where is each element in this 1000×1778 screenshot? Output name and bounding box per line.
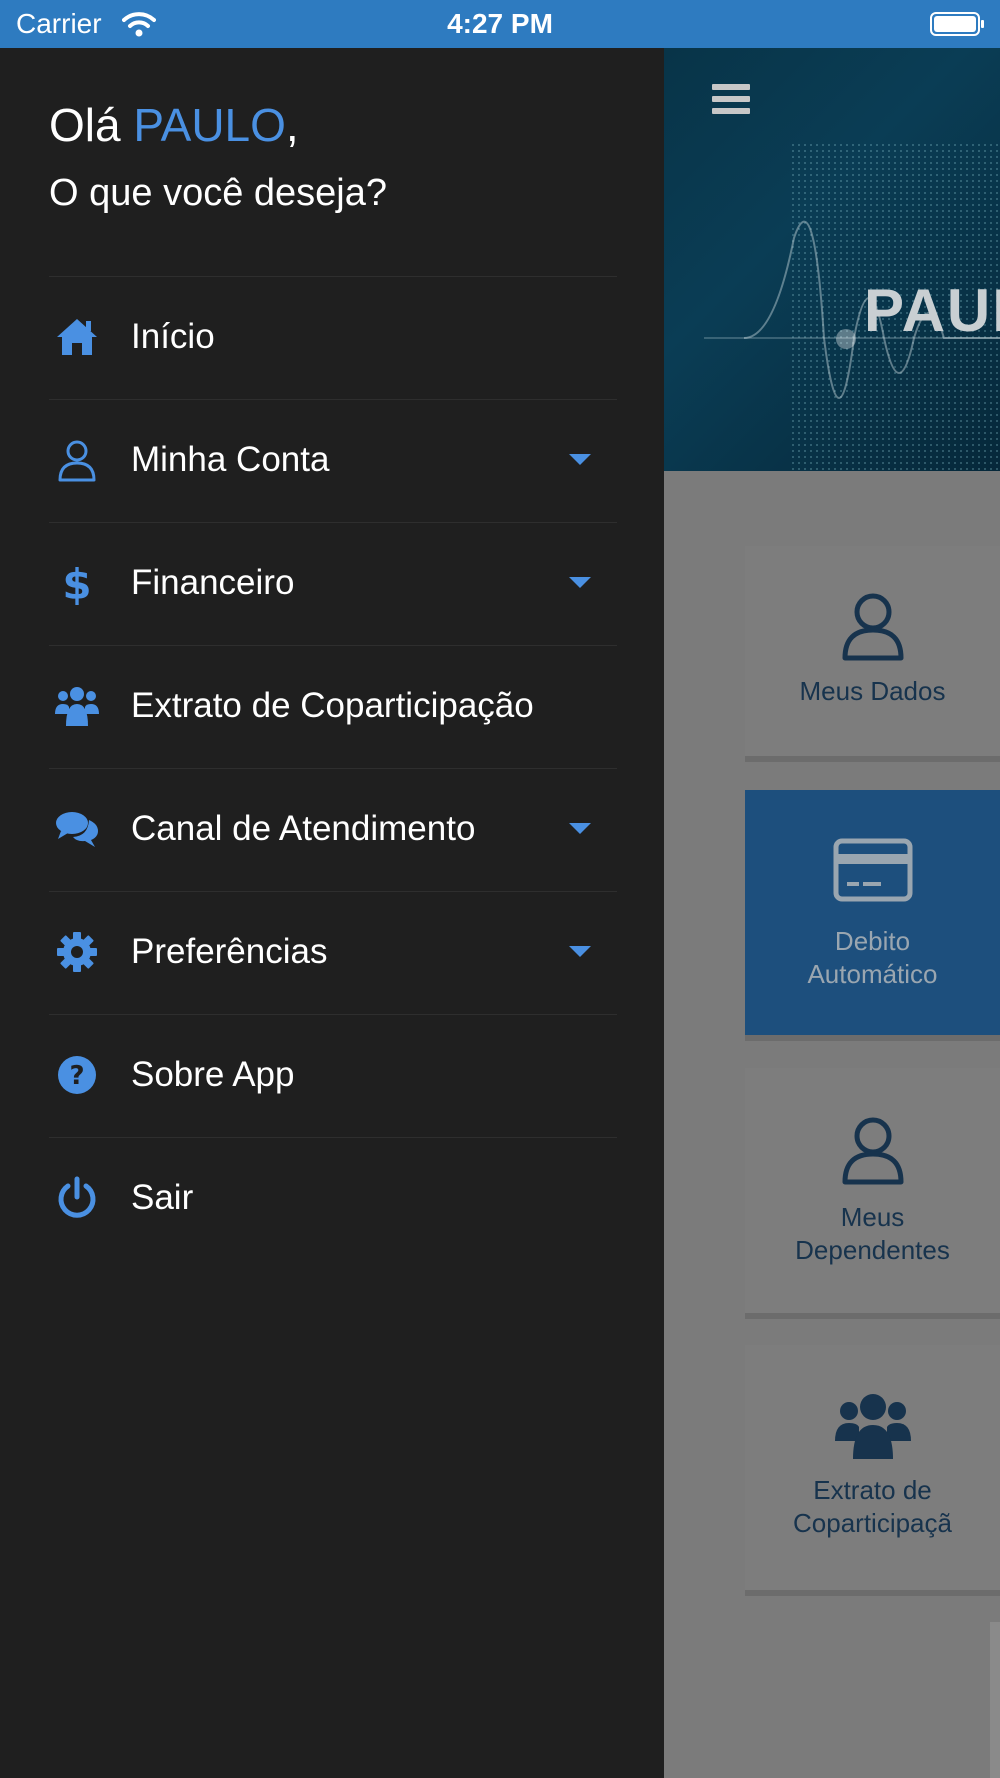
greeting-prefix: Olá (49, 99, 121, 151)
drawer-menu: Início Minha Conta $ Financeiro Extrato … (49, 276, 617, 1260)
greeting: Olá PAULO, (49, 98, 299, 152)
status-bar: Carrier 4:27 PM (0, 0, 1000, 48)
tile-partial[interactable] (990, 1622, 1000, 1778)
side-drawer: Olá PAULO, O que você deseja? Início Min… (0, 48, 664, 1778)
clock: 4:27 PM (447, 8, 553, 39)
menu-item-label: Início (131, 317, 215, 356)
menu-item-label: Sobre App (131, 1055, 295, 1094)
menu-item-financeiro[interactable]: $ Financeiro (49, 522, 617, 645)
menu-item-label: Extrato de Coparticipação (131, 686, 534, 725)
greeting-suffix: , (285, 99, 299, 151)
tile-extrato-coparticipacao[interactable]: Extrato de Coparticipaçã (745, 1345, 1000, 1590)
chevron-down-icon[interactable] (569, 946, 591, 957)
banner-user-name: PAUL (864, 277, 1000, 344)
menu-item-label: Sair (131, 1178, 194, 1217)
tile-label: Extrato de Coparticipaçã (793, 1475, 952, 1538)
menu-item-sair[interactable]: Sair (49, 1137, 617, 1260)
menu-item-label: Preferências (131, 932, 328, 971)
chevron-down-icon[interactable] (569, 577, 591, 588)
tile-label: Meus Dependentes (795, 1202, 950, 1265)
power-icon (58, 1176, 96, 1218)
tile-label: Meus Dados (799, 676, 946, 706)
chevron-down-icon[interactable] (569, 454, 591, 465)
menu-item-label: Financeiro (131, 563, 295, 602)
menu-toggle-button[interactable] (712, 84, 750, 116)
svg-text:$: $ (62, 561, 91, 605)
chevron-down-icon[interactable] (569, 823, 591, 834)
tile-debito-automatico[interactable]: Debito Automático (745, 790, 1000, 1035)
menu-item-minha-conta[interactable]: Minha Conta (49, 399, 617, 522)
menu-item-label: Minha Conta (131, 440, 330, 479)
tile-label: Debito Automático (807, 926, 938, 989)
gear-icon (57, 932, 97, 972)
battery-icon (930, 12, 984, 36)
menu-item-preferencias[interactable]: Preferências (49, 891, 617, 1014)
users-icon (834, 1394, 911, 1459)
menu-line (712, 84, 750, 90)
users-icon (55, 687, 99, 726)
question-circle-icon: ? (58, 1056, 96, 1094)
comments-icon (56, 812, 98, 847)
menu-line (712, 96, 750, 102)
svg-text:?: ? (69, 1061, 84, 1091)
user-icon (842, 593, 903, 661)
tile-meus-dependentes[interactable]: Meus Dependentes (745, 1068, 1000, 1313)
menu-item-inicio[interactable]: Início (49, 276, 617, 399)
dollar-icon: $ (62, 561, 91, 605)
tile-meus-dados[interactable]: Meus Dados (745, 546, 1000, 756)
menu-item-extrato[interactable]: Extrato de Coparticipação (49, 645, 617, 768)
menu-line (712, 108, 750, 114)
menu-item-label: Canal de Atendimento (131, 809, 476, 848)
user-name: PAULO (133, 99, 286, 151)
credit-card-icon (833, 838, 912, 902)
greeting-subtitle: O que você deseja? (49, 172, 388, 214)
user-icon (842, 1117, 903, 1185)
home-icon (57, 319, 97, 355)
menu-item-sobre-app[interactable]: ? Sobre App (49, 1014, 617, 1137)
user-icon (58, 440, 96, 482)
menu-item-canal-atendimento[interactable]: Canal de Atendimento (49, 768, 617, 891)
